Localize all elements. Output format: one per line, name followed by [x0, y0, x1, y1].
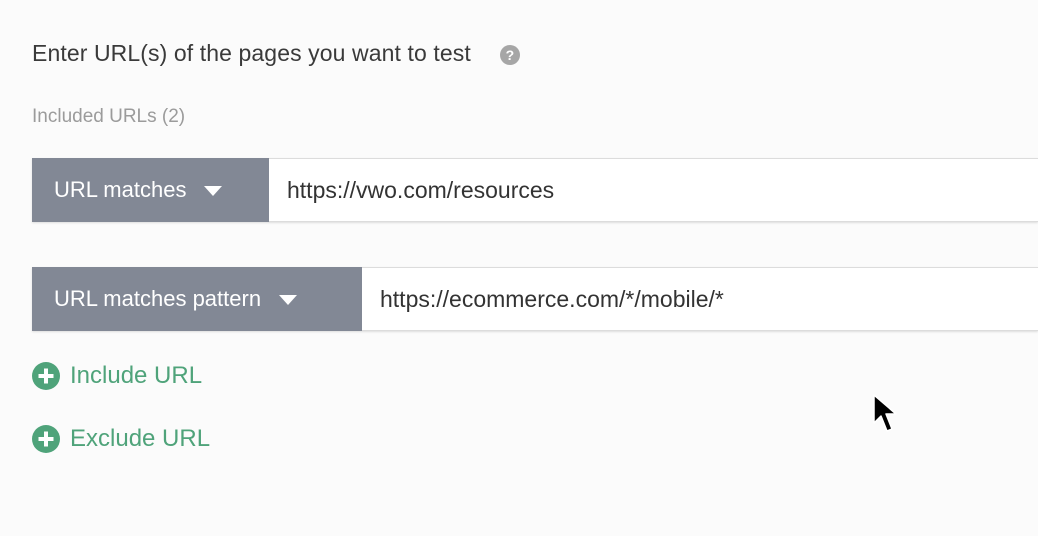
url-rule-row: URL matches https://vwo.com/resources	[32, 158, 1038, 222]
url-rule-row: URL matches pattern https://ecommerce.co…	[32, 267, 1038, 331]
match-type-dropdown[interactable]: URL matches	[32, 158, 269, 222]
included-urls-label: Included URLs (2)	[32, 106, 186, 127]
include-url-button[interactable]: Include URL	[32, 362, 202, 390]
exclude-url-label: Exclude URL	[70, 425, 211, 452]
exclude-url-button[interactable]: Exclude URL	[32, 425, 210, 453]
heading-row: Enter URL(s) of the pages you want to te…	[32, 40, 520, 67]
match-type-dropdown[interactable]: URL matches pattern	[32, 267, 362, 331]
url-input[interactable]: https://vwo.com/resources	[269, 158, 1038, 222]
mouse-pointer-icon	[873, 394, 897, 432]
url-input[interactable]: https://ecommerce.com/*/mobile/*	[362, 267, 1038, 331]
match-type-label: URL matches	[54, 177, 187, 202]
section-heading: Enter URL(s) of the pages you want to te…	[32, 40, 471, 66]
include-url-label: Include URL	[70, 362, 203, 389]
match-type-label: URL matches pattern	[54, 286, 262, 311]
plus-circle-icon	[32, 362, 60, 390]
caret-down-icon	[204, 186, 223, 196]
plus-circle-icon	[32, 425, 60, 453]
caret-down-icon	[279, 295, 298, 305]
question-mark-icon[interactable]: ?	[499, 44, 520, 65]
url-targeting-panel: Enter URL(s) of the pages you want to te…	[0, 0, 1038, 536]
